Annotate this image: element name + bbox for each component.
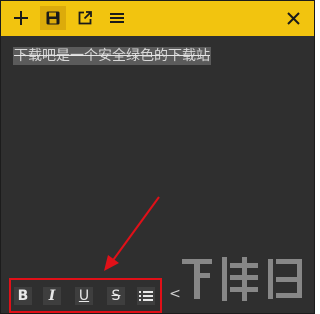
open-external-button[interactable] xyxy=(72,6,98,30)
bullet-list-button[interactable] xyxy=(137,287,155,305)
more-format-button[interactable]: < xyxy=(169,284,181,304)
strikethrough-button[interactable]: S xyxy=(107,287,125,305)
note-toolbar xyxy=(1,1,314,36)
italic-label: I xyxy=(48,288,56,304)
external-link-icon xyxy=(78,11,92,25)
save-icon xyxy=(46,11,60,25)
sticky-note-window: 下载吧是一个安全绿色的下载站 B I U S < xyxy=(0,0,315,314)
more-label: < xyxy=(169,286,181,302)
hamburger-icon xyxy=(110,13,124,23)
menu-button[interactable] xyxy=(104,6,130,30)
italic-button[interactable]: I xyxy=(43,287,61,305)
plus-icon xyxy=(14,11,28,25)
bold-label: B xyxy=(17,288,29,304)
save-button[interactable] xyxy=(40,6,66,30)
list-icon xyxy=(139,291,153,301)
add-note-button[interactable] xyxy=(8,6,34,30)
strikethrough-label: S xyxy=(111,288,121,304)
bold-button[interactable]: B xyxy=(14,287,32,305)
close-icon xyxy=(286,11,300,25)
note-content-area[interactable]: 下载吧是一个安全绿色的下载站 xyxy=(1,36,314,274)
underline-button[interactable]: U xyxy=(75,287,93,305)
format-toolbar: B I U S < xyxy=(1,274,314,313)
close-button[interactable] xyxy=(280,6,306,30)
underline-label: U xyxy=(78,288,90,304)
note-text[interactable]: 下载吧是一个安全绿色的下载站 xyxy=(13,47,211,65)
format-buttons-highlight: B I U S xyxy=(9,278,162,313)
